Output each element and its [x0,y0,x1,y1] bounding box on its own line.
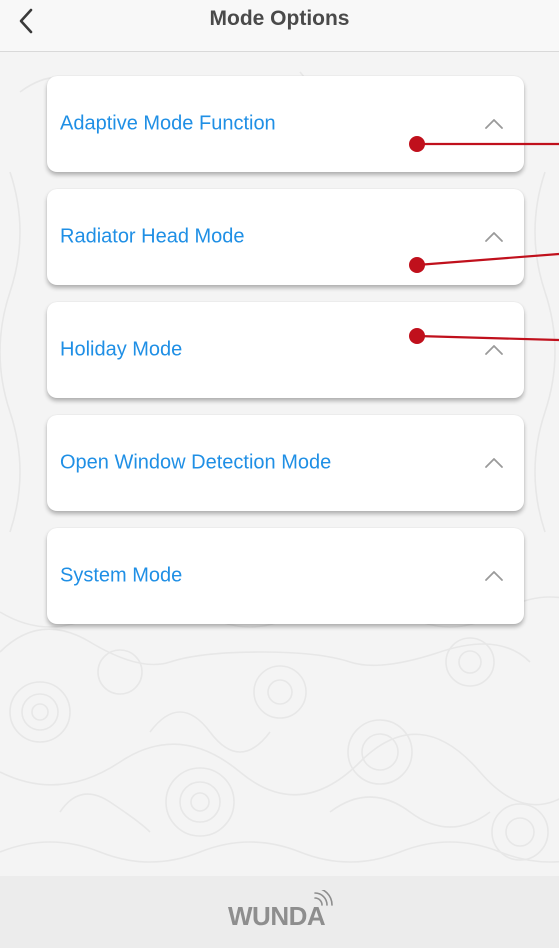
page-title: Mode Options [209,7,350,30]
mode-card-open-window[interactable]: Open Window Detection Mode [47,415,524,511]
mode-label: Open Window Detection Mode [60,451,332,474]
mode-label: Adaptive Mode Function [60,112,276,135]
chevron-up-icon[interactable] [484,231,504,243]
mode-card-adaptive[interactable]: Adaptive Mode Function [47,76,524,172]
mode-label: System Mode [60,564,183,587]
mode-label: Holiday Mode [60,338,183,361]
wifi-signal-icon [314,890,333,906]
header-bar: Mode Options [0,0,559,52]
chevron-up-icon[interactable] [484,344,504,356]
mode-label: Radiator Head Mode [60,225,245,248]
chevron-up-icon[interactable] [484,118,504,130]
mode-card-holiday[interactable]: Holiday Mode [47,302,524,398]
content-area: Adaptive Mode Function Radiator Head Mod… [0,52,559,876]
footer-bar: WUNDA [0,876,559,948]
mode-card-system[interactable]: System Mode [47,528,524,624]
logo-text: WUNDA [228,901,326,931]
wunda-logo: WUNDA [228,890,338,932]
chevron-up-icon[interactable] [484,457,504,469]
chevron-up-icon[interactable] [484,570,504,582]
mode-card-radiator-head[interactable]: Radiator Head Mode [47,189,524,285]
